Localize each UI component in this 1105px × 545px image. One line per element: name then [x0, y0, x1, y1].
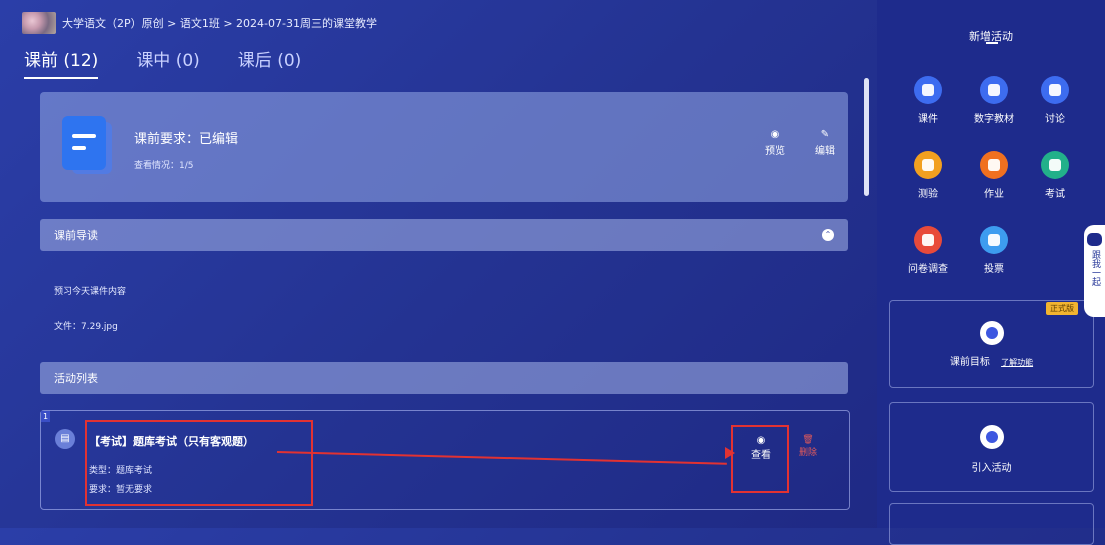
annotation-arrow [276, 451, 727, 465]
robot-icon [1087, 233, 1102, 246]
add-activity-sidebar: 新增活动 课件 数字教材 讨论 测验 作业 考试 问卷调查 投票 课前目标 了解… [877, 0, 1105, 545]
assistant-float[interactable]: 跟我一起 [1084, 225, 1105, 317]
add-discussion[interactable]: 讨论 [1027, 76, 1083, 125]
breadcrumb: 大学语文（2P）原创 > 语文1班 > 2024-07-31周三的课堂教学 [22, 12, 377, 34]
guide-content: 预习今天课件内容 [54, 287, 127, 297]
view-button[interactable]: ◉ 查看 [741, 435, 781, 461]
course-thumbnail [22, 12, 56, 34]
delete-button[interactable]: 🗑 删除 [793, 435, 823, 458]
add-exam[interactable]: 考试 [1027, 151, 1083, 200]
guide-file[interactable]: 文件：7.29.jpg [54, 319, 118, 332]
activity-item[interactable]: 1 ▤ 【考试】题库考试（只有客观题） 类型：题库考试 要求：暂无要求 ◉ 查看… [40, 410, 850, 510]
add-vote[interactable]: 投票 [966, 226, 1022, 275]
edit-button[interactable]: ✎ 编辑 [810, 128, 840, 157]
eye-icon: ◉ [756, 435, 766, 446]
document-icon [62, 116, 112, 174]
tab-after-class[interactable]: 课后 (0) [238, 46, 301, 79]
exam-icon: ▤ [55, 429, 75, 449]
activity-list-label: 活动列表 [54, 372, 98, 385]
tab-bar: 课前 (12) 课中 (0) 课后 (0) [24, 46, 301, 79]
add-digital-textbook[interactable]: 数字教材 [966, 76, 1022, 125]
import-panel[interactable]: 引入活动 [889, 402, 1094, 492]
activity-index: 1 [41, 411, 50, 422]
exam-label: 考试 [1045, 189, 1065, 200]
view-status: 查看情况：1/5 [134, 161, 194, 171]
target-icon [979, 321, 1004, 345]
pencil-icon: ✎ [820, 129, 830, 140]
digital-textbook-icon [980, 76, 1008, 104]
book-icon [980, 151, 1008, 179]
digital-textbook-label: 数字教材 [974, 114, 1014, 125]
vote-label: 投票 [984, 264, 1004, 275]
edit-label: 编辑 [815, 146, 835, 157]
import-label: 引入活动 [971, 463, 1012, 474]
survey-icon [914, 226, 942, 254]
preview-label: 预览 [765, 146, 785, 157]
tab-before-class[interactable]: 课前 (12) [24, 46, 99, 79]
title-underline [986, 42, 998, 44]
survey-label: 问卷调查 [908, 264, 948, 275]
quiz-icon [914, 151, 942, 179]
assistant-label: 跟我一起 [1090, 250, 1100, 286]
courseware-label: 课件 [918, 114, 938, 125]
version-badge: 正式版 [1046, 302, 1078, 315]
add-quiz[interactable]: 测验 [900, 151, 956, 200]
courseware-icon [914, 76, 942, 104]
activity-title[interactable]: 【考试】题库考试（只有客观题） [89, 433, 254, 449]
requirement-title: 课前要求：已编辑 [134, 132, 239, 147]
exam-icon [1041, 151, 1069, 179]
preview-button[interactable]: ◉ 预览 [760, 128, 790, 157]
eye-icon: ◉ [770, 129, 780, 140]
view-label: 查看 [751, 450, 771, 461]
activity-list-header: 活动列表 [40, 362, 848, 394]
guide-header[interactable]: 课前导读 ⌃ [40, 219, 848, 251]
add-survey[interactable]: 问卷调查 [900, 226, 956, 275]
vote-icon [980, 226, 1008, 254]
extra-panel[interactable] [889, 503, 1094, 545]
add-homework[interactable]: 作业 [966, 151, 1022, 200]
homework-label: 作业 [984, 189, 1004, 200]
chat-icon [1041, 76, 1069, 104]
discussion-label: 讨论 [1045, 114, 1065, 125]
goal-label: 课前目标 [949, 357, 990, 368]
guide-header-label: 课前导读 [54, 229, 98, 242]
add-courseware[interactable]: 课件 [900, 76, 956, 125]
activity-requirement: 要求：暂无要求 [89, 485, 153, 495]
delete-label: 删除 [798, 448, 817, 458]
requirement-card: 课前要求：已编辑 查看情况：1/5 ◉ 预览 ✎ 编辑 [40, 92, 848, 202]
import-icon [979, 425, 1004, 449]
quiz-label: 测验 [918, 189, 938, 200]
activity-type: 类型：题库考试 [89, 466, 153, 476]
main-panel: 大学语文（2P）原创 > 语文1班 > 2024-07-31周三的课堂教学 课前… [0, 0, 877, 528]
scrollbar[interactable] [864, 78, 869, 196]
collapse-icon[interactable]: ⌃ [822, 229, 834, 241]
learn-link[interactable]: 了解功能 [1001, 358, 1033, 367]
tab-in-class[interactable]: 课中 (0) [136, 46, 199, 79]
breadcrumb-text[interactable]: 大学语文（2P）原创 > 语文1班 > 2024-07-31周三的课堂教学 [62, 15, 377, 31]
trash-icon: 🗑 [802, 435, 814, 445]
